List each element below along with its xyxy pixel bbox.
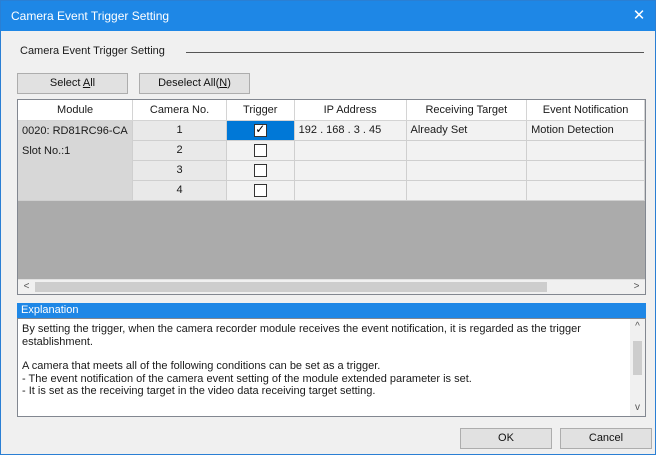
- column-header-camera-no: Camera No.: [132, 100, 227, 121]
- camera-no-cell: 1: [132, 120, 227, 141]
- trigger-checkbox[interactable]: ✓: [253, 121, 267, 137]
- trigger-cell[interactable]: [226, 180, 295, 201]
- scroll-right-icon[interactable]: >: [629, 280, 644, 294]
- module-name: 0020: RD81RC96-CA: [22, 124, 128, 137]
- explanation-paragraph: A camera that meets all of the following…: [22, 360, 381, 372]
- trigger-cell[interactable]: [226, 160, 295, 181]
- receiving-target-cell: Already Set: [406, 120, 528, 141]
- event-notification-cell: Motion Detection: [526, 120, 645, 141]
- horizontal-scroll-thumb[interactable]: [35, 282, 547, 292]
- column-header-module: Module: [18, 100, 134, 121]
- select-all-button[interactable]: Select All: [17, 73, 128, 94]
- camera-grid: Module Camera No. Trigger IP Address Rec…: [17, 99, 646, 295]
- module-cell: 0020: RD81RC96-CA Slot No.:1: [18, 120, 134, 201]
- camera-table: Module Camera No. Trigger IP Address Rec…: [18, 100, 645, 201]
- receiving-target-cell: [406, 160, 528, 181]
- camera-no-cell: 3: [132, 160, 227, 181]
- column-header-receiving-target: Receiving Target: [406, 100, 528, 121]
- cancel-button[interactable]: Cancel: [560, 428, 652, 449]
- explanation-paragraph: - The event notification of the camera e…: [22, 372, 472, 385]
- table-row: 0020: RD81RC96-CA Slot No.:1 1 ✓ 192 . 1…: [18, 120, 645, 201]
- vertical-scroll-thumb[interactable]: [633, 341, 642, 375]
- deselect-all-button[interactable]: Deselect All(N): [139, 73, 250, 94]
- trigger-cell[interactable]: [226, 140, 295, 161]
- trigger-checkbox[interactable]: [253, 183, 267, 197]
- scroll-up-icon[interactable]: ^: [630, 320, 645, 334]
- ip-address-cell[interactable]: [294, 140, 407, 161]
- vertical-scrollbar[interactable]: ^ v: [630, 319, 645, 416]
- column-header-event-notification: Event Notification: [526, 100, 645, 121]
- event-notification-cell: [526, 140, 645, 161]
- scroll-left-icon[interactable]: <: [19, 280, 34, 294]
- group-divider: [186, 52, 644, 53]
- trigger-cell[interactable]: ✓: [226, 120, 295, 141]
- explanation-spacer: [22, 348, 622, 360]
- receiving-target-cell: [406, 180, 528, 201]
- event-notification-cell: [526, 180, 645, 201]
- column-header-trigger: Trigger: [226, 100, 295, 121]
- scroll-down-icon[interactable]: v: [630, 401, 645, 415]
- ip-address-cell[interactable]: [294, 160, 407, 181]
- close-icon[interactable]: ✕: [629, 6, 649, 26]
- group-label: Camera Event Trigger Setting: [20, 45, 171, 57]
- trigger-checkbox[interactable]: [253, 163, 267, 177]
- explanation-paragraph: - It is set as the receiving target in t…: [22, 385, 376, 397]
- explanation-box: By setting the trigger, when the camera …: [17, 318, 646, 417]
- title-bar: Camera Event Trigger Setting ✕: [1, 1, 655, 31]
- camera-no-cell: 2: [132, 140, 227, 161]
- dialog-title: Camera Event Trigger Setting: [11, 9, 170, 23]
- explanation-text: By setting the trigger, when the camera …: [22, 323, 622, 398]
- ok-button[interactable]: OK: [460, 428, 552, 449]
- ip-address-cell[interactable]: [294, 180, 407, 201]
- explanation-header: Explanation: [17, 303, 646, 318]
- receiving-target-cell: [406, 140, 528, 161]
- ip-address-cell[interactable]: 192 . 168 . 3 . 45: [294, 120, 407, 141]
- explanation-paragraph: By setting the trigger, when the camera …: [22, 323, 581, 348]
- dialog-window: Camera Event Trigger Setting ✕ Camera Ev…: [0, 0, 656, 455]
- column-header-ip-address: IP Address: [294, 100, 407, 121]
- checkmark-icon: ✓: [255, 121, 266, 136]
- horizontal-scrollbar[interactable]: < >: [18, 279, 645, 294]
- camera-no-cell: 4: [132, 180, 227, 201]
- trigger-checkbox[interactable]: [253, 143, 267, 157]
- module-slot: Slot No.:1: [22, 144, 71, 157]
- table-header-row: Module Camera No. Trigger IP Address Rec…: [18, 100, 645, 121]
- event-notification-cell: [526, 160, 645, 181]
